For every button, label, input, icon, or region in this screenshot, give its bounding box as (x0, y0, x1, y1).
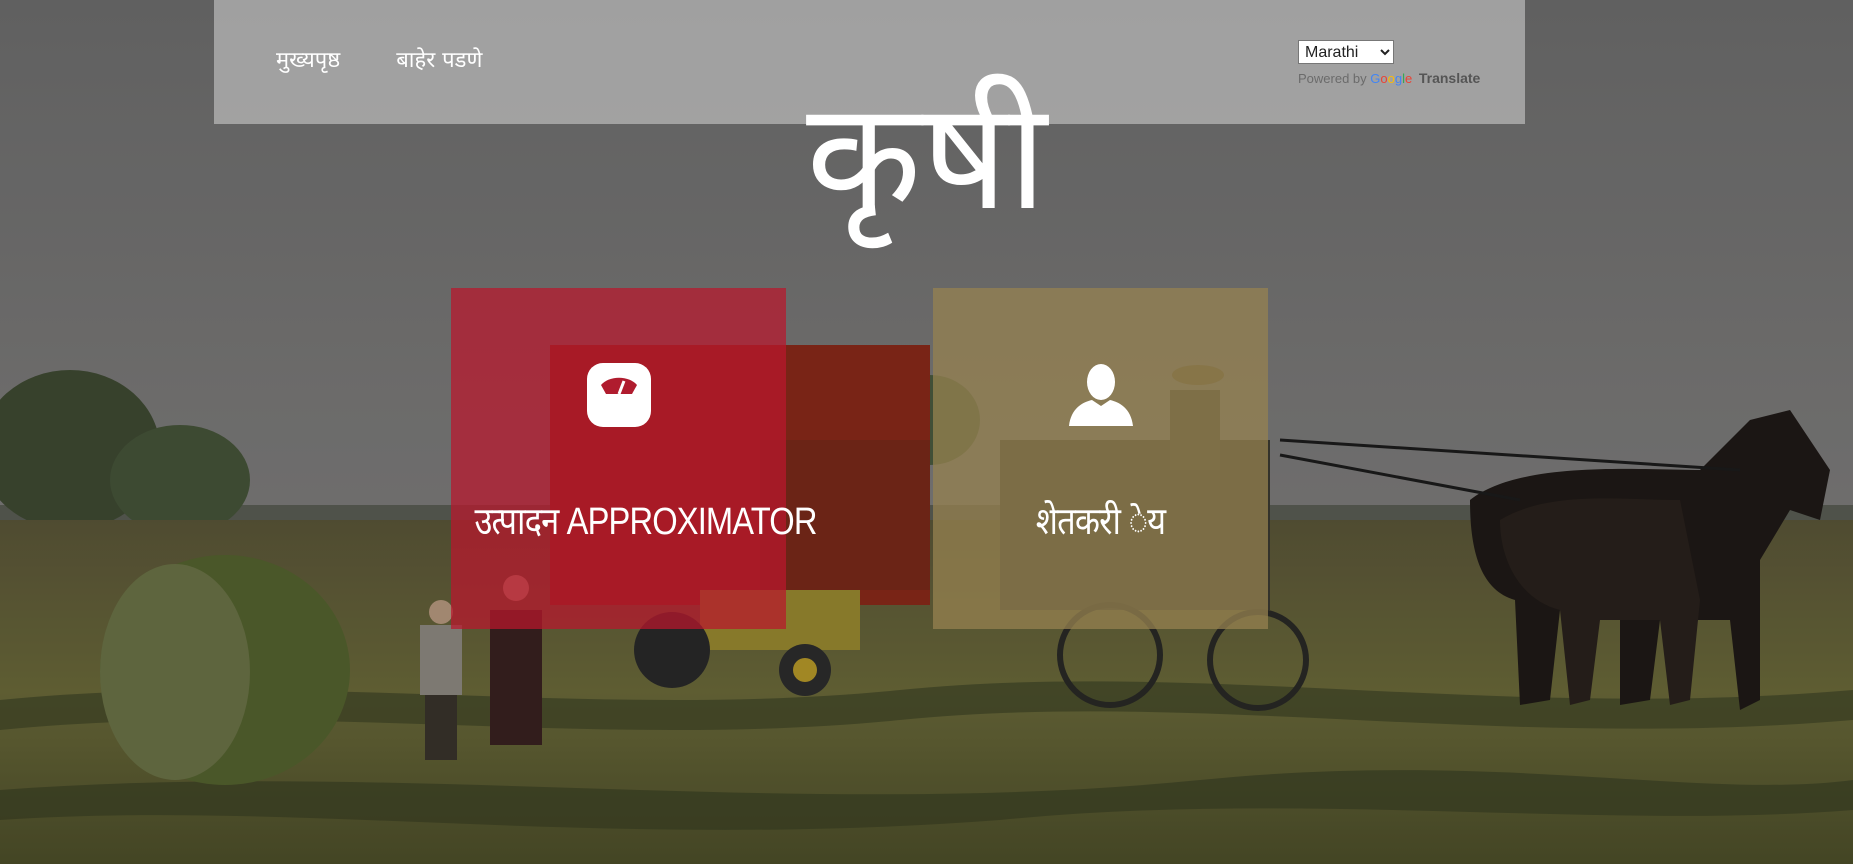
site-title: कृषी (806, 70, 1047, 244)
scale-icon (451, 362, 786, 428)
tile-label: शेतकरी ेय (1035, 501, 1166, 543)
tile-production-approximator[interactable]: उत्पादन APPROXIMATOR (451, 288, 817, 629)
nav-link-home[interactable]: मुख्यपृष्ठ (276, 44, 340, 74)
google-translate-widget: Marathi Powered by Google Translate (1298, 40, 1480, 86)
tile-label: उत्पादन APPROXIMATOR (474, 501, 817, 543)
user-icon (933, 362, 1268, 428)
tile-farmer[interactable]: शेतकरी ेय (933, 288, 1268, 629)
nav-links: मुख्यपृष्ठ बाहेर पडणे (276, 44, 482, 74)
language-select[interactable]: Marathi (1298, 40, 1394, 64)
nav-link-logout[interactable]: बाहेर पडणे (396, 44, 482, 74)
